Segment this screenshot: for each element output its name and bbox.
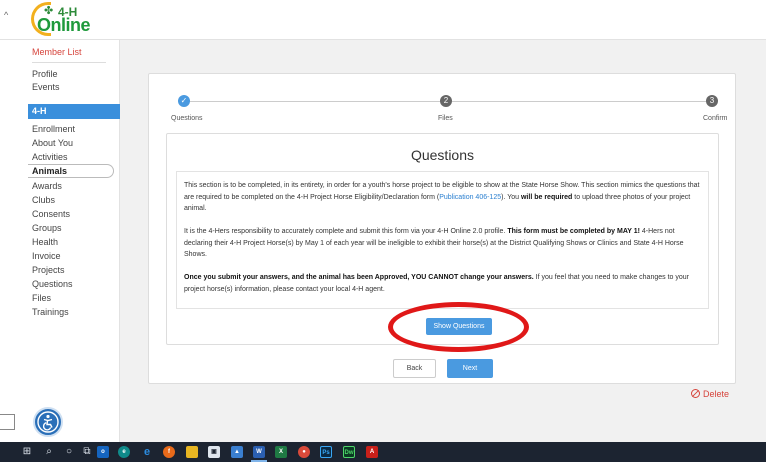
step-1-check-icon[interactable]: ✓	[178, 95, 190, 107]
sidebar-item-label: Animals	[32, 166, 68, 176]
accessibility-button[interactable]	[33, 407, 63, 437]
top-header: ^ ✤ 4-H Online	[0, 0, 766, 40]
sidebar-item-groups[interactable]: Groups	[32, 223, 62, 233]
stepper-line	[452, 101, 706, 102]
photoshop-icon[interactable]: Ps	[320, 446, 332, 458]
outlook-icon[interactable]: o	[97, 446, 109, 458]
step-3-label: Confirm	[703, 115, 728, 122]
sidebar-divider	[32, 62, 106, 63]
windows-taskbar: ⊞ ⌕ ○ ⧉ o e e f ▣ ▲ W X ● Ps Dw A	[0, 442, 766, 462]
background-window-edge[interactable]	[0, 414, 15, 430]
acrobat-icon[interactable]: A	[366, 446, 378, 458]
show-questions-button[interactable]: Show Questions	[426, 318, 492, 335]
edge-icon[interactable]: e	[141, 446, 153, 458]
sidebar-item-enrollment[interactable]: Enrollment	[32, 124, 75, 134]
sidebar-item-consents[interactable]: Consents	[32, 209, 70, 219]
accessibility-icon	[37, 411, 59, 433]
sidebar-item-about-you[interactable]: About You	[32, 138, 73, 148]
sidebar-item-profile[interactable]: Profile	[32, 69, 58, 79]
next-button[interactable]: Next	[447, 359, 493, 378]
step-2-label: Files	[438, 115, 453, 122]
sidebar-item-member-list[interactable]: Member List	[32, 47, 82, 57]
windows-start-icon[interactable]: ⊞	[20, 445, 34, 459]
sidebar-item-files[interactable]: Files	[32, 293, 51, 303]
sidebar-item-activities[interactable]: Activities	[32, 152, 68, 162]
dreamweaver-icon[interactable]: Dw	[343, 446, 355, 458]
sidebar-item-health[interactable]: Health	[32, 237, 58, 247]
chrome-icon[interactable]: ●	[298, 446, 310, 458]
sidebar-item-invoice[interactable]: Invoice	[32, 251, 61, 261]
delete-label: Delete	[703, 389, 730, 399]
instructions-box: This section is to be completed, in its …	[176, 171, 709, 309]
instruction-paragraph-3: Once you submit your answers, and the an…	[184, 274, 689, 293]
sidebar-item-awards[interactable]: Awards	[32, 181, 62, 191]
sidebar-item-trainings[interactable]: Trainings	[32, 307, 69, 317]
sidebar: Member List Profile Events 4-H Enrollmen…	[0, 40, 120, 442]
sidebar-item-animals[interactable]: Animals	[28, 164, 114, 178]
sidebar-item-clubs[interactable]: Clubs	[32, 195, 55, 205]
delete-button[interactable]: Delete	[691, 389, 729, 399]
file-explorer-icon[interactable]	[186, 446, 198, 458]
cortana-icon[interactable]: ○	[62, 445, 76, 459]
prohibit-icon	[691, 389, 700, 398]
back-button[interactable]: Back	[393, 359, 436, 378]
animal-questions-card: ✓ 2 3 Questions Files Confirm Questions …	[148, 73, 736, 384]
firefox-icon[interactable]: f	[163, 446, 175, 458]
excel-icon[interactable]: X	[275, 446, 287, 458]
questions-title: Questions	[410, 147, 475, 163]
4h-online-logo[interactable]: ✤ 4-H Online	[28, 2, 92, 38]
logo-online-text: Online	[37, 15, 91, 35]
sidebar-item-questions[interactable]: Questions	[32, 279, 73, 289]
word-icon[interactable]: W	[253, 446, 265, 458]
instruction-paragraph-1: This section is to be completed, in its …	[184, 182, 700, 212]
instruction-paragraph-2: It is the 4-Hers responsibility to accur…	[184, 228, 684, 258]
search-icon[interactable]: ⌕	[42, 445, 56, 459]
sidebar-item-events[interactable]: Events	[32, 82, 60, 92]
store-icon[interactable]: ▣	[208, 446, 220, 458]
publication-link[interactable]: Publication 406-125	[439, 194, 501, 201]
sidebar-item-projects[interactable]: Projects	[32, 265, 65, 275]
sidebar-item-label: 4-H	[32, 106, 47, 116]
photos-icon[interactable]: ▲	[231, 446, 243, 458]
task-view-icon[interactable]: ⧉	[80, 445, 94, 459]
step-1-label: Questions	[171, 115, 203, 122]
sidebar-item-4h[interactable]: 4-H	[28, 104, 120, 119]
stepper-line	[189, 101, 440, 102]
step-3-indicator[interactable]: 3	[706, 95, 718, 107]
questions-panel: Questions This section is to be complete…	[166, 133, 719, 352]
collapse-caret-icon[interactable]: ^	[4, 10, 8, 20]
edge-chromium-icon[interactable]: e	[118, 446, 130, 458]
step-2-indicator[interactable]: 2	[440, 95, 452, 107]
